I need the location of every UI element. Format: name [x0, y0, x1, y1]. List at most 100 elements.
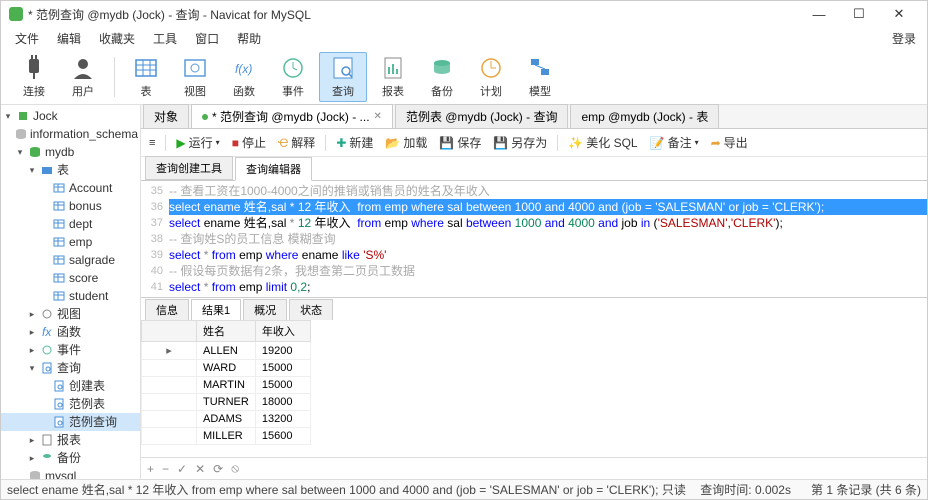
- tree-item-emp[interactable]: emp: [1, 233, 140, 251]
- menu-window[interactable]: 窗口: [187, 28, 227, 49]
- tree-item-查询[interactable]: ▾查询: [1, 359, 140, 377]
- subtab-editor[interactable]: 查询编辑器: [235, 157, 312, 181]
- tool-event[interactable]: 事件: [270, 53, 316, 101]
- result-tab-profile[interactable]: 概况: [243, 299, 287, 320]
- tree-item-创建表[interactable]: 创建表: [1, 377, 140, 395]
- tree-item-事件[interactable]: ▸事件: [1, 341, 140, 359]
- tree-item-Account[interactable]: Account: [1, 179, 140, 197]
- export-icon: ➦: [711, 136, 721, 150]
- table-row[interactable]: TURNER18000: [142, 394, 311, 411]
- backup-icon: [429, 55, 455, 81]
- new-button[interactable]: ✚新建: [334, 132, 375, 153]
- nav-cancel-icon[interactable]: ✕: [195, 462, 205, 476]
- sql-editor[interactable]: 35-- 查看工资在1000-4000之间的推销或销售员的姓名及年收入 36se…: [141, 181, 927, 297]
- tree-item-mysql[interactable]: mysql: [1, 467, 140, 479]
- object-tree[interactable]: ▾Jockinformation_schema▾mydb▾表Accountbon…: [1, 105, 141, 479]
- maximize-button[interactable]: ☐: [839, 6, 879, 22]
- menu-help[interactable]: 帮助: [229, 28, 269, 49]
- nav-add-icon[interactable]: +: [147, 462, 154, 476]
- status-sql: select ename 姓名,sal * 12 年收入 from emp wh…: [7, 481, 686, 498]
- tab-query2[interactable]: 范例表 @mydb (Jock) - 查询: [395, 104, 569, 128]
- tool-func-label: 函数: [233, 83, 255, 99]
- comment: -- 假设每页数据有2条，我想查第二页员工数据: [169, 264, 415, 278]
- nav-stop-icon[interactable]: ⦸: [231, 461, 239, 476]
- result-tab-info[interactable]: 信息: [145, 299, 189, 320]
- result-tab-status[interactable]: 状态: [289, 299, 333, 320]
- tree-item-bonus[interactable]: bonus: [1, 197, 140, 215]
- tool-report[interactable]: 报表: [370, 53, 416, 101]
- stop-button[interactable]: ■停止: [230, 132, 268, 153]
- wand-icon: ✨: [568, 136, 583, 150]
- menu-file[interactable]: 文件: [7, 28, 47, 49]
- nav-check-icon[interactable]: ✓: [177, 462, 187, 476]
- tab-query1-label: * 范例查询 @mydb (Jock) - ...: [212, 108, 370, 125]
- result-grid[interactable]: 姓名年收入▸ALLEN19200WARD15000MARTIN15000TURN…: [141, 320, 927, 457]
- export-button[interactable]: ➦导出: [709, 132, 750, 153]
- table-row[interactable]: ▸ALLEN19200: [142, 342, 311, 360]
- tree-item-dept[interactable]: dept: [1, 215, 140, 233]
- tree-item-报表[interactable]: ▸报表: [1, 431, 140, 449]
- tree-item-mydb[interactable]: ▾mydb: [1, 143, 140, 161]
- clock-icon: [280, 55, 306, 81]
- tool-model[interactable]: 模型: [517, 53, 563, 101]
- explain-button[interactable]: Ҽ解释: [276, 132, 317, 153]
- menu-view[interactable]: 收藏夹: [91, 28, 143, 49]
- tree-item-范例查询[interactable]: 范例查询: [1, 413, 140, 431]
- svg-text:fx: fx: [42, 326, 52, 338]
- nav-refresh-icon[interactable]: ⟳: [213, 462, 223, 476]
- table-row[interactable]: MILLER15600: [142, 428, 311, 445]
- tool-connect[interactable]: 连接: [11, 53, 57, 101]
- menu-toggle[interactable]: ≡: [147, 135, 157, 151]
- save-icon: 💾: [439, 136, 454, 150]
- col-header[interactable]: 年收入: [255, 321, 310, 342]
- saveas-button[interactable]: 💾另存为: [491, 132, 549, 153]
- line-number: 35: [141, 183, 169, 199]
- line-number: 41: [141, 279, 169, 295]
- tab-query1[interactable]: * 范例查询 @mydb (Jock) - ... ✕: [191, 104, 393, 128]
- subtab-builder[interactable]: 查询创建工具: [145, 156, 233, 180]
- tab-close-icon[interactable]: ✕: [374, 111, 382, 122]
- tree-item-视图[interactable]: ▸视图: [1, 305, 140, 323]
- play-icon: ▶: [176, 136, 185, 150]
- menu-edit[interactable]: 编辑: [49, 28, 89, 49]
- tree-item-information_schema[interactable]: information_schema: [1, 125, 140, 143]
- minimize-button[interactable]: —: [799, 7, 839, 22]
- close-button[interactable]: ✕: [879, 6, 919, 22]
- tool-user[interactable]: 用户: [60, 53, 106, 101]
- tree-item-备份[interactable]: ▸备份: [1, 449, 140, 467]
- table-row[interactable]: MARTIN15000: [142, 377, 311, 394]
- table-row[interactable]: ADAMS13200: [142, 411, 311, 428]
- tool-table[interactable]: 表: [123, 53, 169, 101]
- menu-tools[interactable]: 工具: [145, 28, 185, 49]
- tool-backup-label: 备份: [431, 83, 453, 99]
- tab-table-emp[interactable]: emp @mydb (Jock) - 表: [570, 104, 719, 128]
- tree-item-Jock[interactable]: ▾Jock: [1, 107, 140, 125]
- comment-label: 备注: [668, 134, 692, 151]
- beautify-button[interactable]: ✨美化 SQL: [566, 132, 639, 153]
- tree-item-salgrade[interactable]: salgrade: [1, 251, 140, 269]
- tree-item-student[interactable]: student: [1, 287, 140, 305]
- col-header[interactable]: 姓名: [197, 321, 256, 342]
- tool-schedule[interactable]: 计划: [468, 53, 514, 101]
- tab-objects[interactable]: 对象: [143, 104, 189, 128]
- tool-view[interactable]: 视图: [172, 53, 218, 101]
- comment-button[interactable]: 📝备注▾: [648, 132, 701, 153]
- tool-connect-label: 连接: [23, 83, 45, 99]
- table-row[interactable]: WARD15000: [142, 360, 311, 377]
- line-number: 39: [141, 247, 169, 263]
- comment: -- 查询姓S的员工信息 模糊查询: [169, 232, 336, 246]
- nav-remove-icon[interactable]: −: [162, 462, 169, 476]
- load-button[interactable]: 📂加载: [383, 132, 429, 153]
- plug-icon: [21, 55, 47, 81]
- tool-query[interactable]: 查询: [319, 52, 367, 102]
- run-button[interactable]: ▶运行▾: [174, 132, 221, 153]
- tool-func[interactable]: f(x) 函数: [221, 53, 267, 101]
- tree-item-函数[interactable]: ▸fx函数: [1, 323, 140, 341]
- save-button[interactable]: 💾保存: [437, 132, 483, 153]
- login-link[interactable]: 登录: [892, 30, 921, 47]
- tree-item-表[interactable]: ▾表: [1, 161, 140, 179]
- tree-item-score[interactable]: score: [1, 269, 140, 287]
- tool-backup[interactable]: 备份: [419, 53, 465, 101]
- tree-item-范例表[interactable]: 范例表: [1, 395, 140, 413]
- result-tab-result[interactable]: 结果1: [191, 299, 241, 320]
